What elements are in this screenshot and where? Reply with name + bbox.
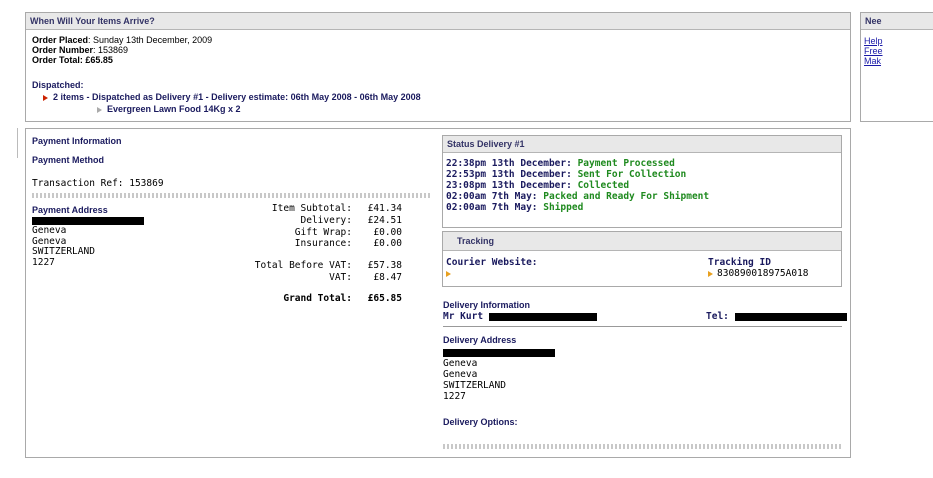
delivery-tel: Tel:: [706, 311, 847, 322]
total-value: £8.47: [373, 271, 402, 283]
total-row: VAT: £8.47: [226, 272, 402, 284]
tracking-id-value: 830890018975A018: [717, 268, 809, 279]
arrival-title: When Will Your Items Arrive?: [26, 13, 850, 30]
delivery-address-redacted: [443, 347, 555, 357]
delivery-options-label: Delivery Options:: [443, 417, 518, 427]
redaction-bar: [488, 312, 597, 321]
payment-title: Payment Information: [32, 136, 122, 146]
free-link[interactable]: Free: [864, 46, 883, 56]
payment-address-line: Geneva: [32, 225, 67, 236]
total-label: Delivery:: [300, 214, 352, 226]
total-label: Item Subtotal:: [271, 203, 352, 214]
redaction-bar: [443, 348, 555, 357]
item-text: Evergreen Lawn Food 14Kg x 2: [107, 104, 241, 114]
expand-arrow-icon[interactable]: [43, 94, 48, 101]
status-event: 22:38pm 13th December: Payment Processed: [446, 158, 675, 169]
total-value: £57.38: [367, 260, 402, 272]
payment-address-redacted: [32, 215, 144, 225]
dotted-divider: [443, 444, 843, 449]
order-total-label: Order Total: [32, 55, 80, 65]
delivery-info-label: Delivery Information: [443, 300, 531, 310]
help-links: Help Free Mak: [864, 36, 883, 66]
status-title: Status Delivery #1: [443, 136, 841, 153]
order-details-panel: Payment Information Payment Method Trans…: [25, 128, 851, 458]
total-label: Gift Wrap:: [294, 226, 352, 238]
total-row: Insurance: £0.00: [226, 238, 402, 250]
total-label: VAT:: [329, 271, 352, 283]
courier-link[interactable]: [446, 268, 455, 278]
help-panel: Nee Help Free Mak: [860, 12, 933, 122]
total-label: Total Before VAT:: [254, 260, 352, 272]
status-event: 22:53pm 13th December: Sent For Collecti…: [446, 169, 687, 180]
status-panel: Status Delivery #1 22:38pm 13th December…: [442, 135, 842, 228]
payment-address-line: SWITZERLAND: [32, 246, 95, 257]
dispatch-line: 2 items - Dispatched as Delivery #1 - De…: [43, 92, 421, 102]
delivery-name-prefix: Mr Kurt: [443, 311, 484, 322]
grand-total-label: Grand Total:: [283, 292, 352, 304]
help-link[interactable]: Help: [864, 36, 883, 46]
delivery-address-line: 1227: [443, 391, 466, 402]
total-row: Total Before VAT: £57.38: [226, 260, 402, 272]
total-value: £0.00: [373, 238, 402, 250]
tracking-panel: Tracking Courier Website: Tracking ID 83…: [442, 231, 842, 287]
order-placed-label: Order Placed: [32, 35, 89, 45]
dispatched-label: Dispatched:: [32, 80, 84, 90]
courier-label: Courier Website:: [446, 257, 538, 268]
dotted-divider: [32, 193, 431, 198]
total-label: Insurance:: [294, 238, 352, 250]
arrival-panel: When Will Your Items Arrive? Order Place…: [25, 12, 851, 122]
total-value: £41.34: [367, 203, 402, 214]
tracking-title: Tracking: [443, 232, 841, 251]
order-total-value: : £65.85: [79, 55, 113, 65]
order-number-value: : 153869: [93, 45, 129, 55]
delivery-address: Geneva Geneva SWITZERLAND 1227: [443, 358, 506, 402]
redaction-bar: [734, 312, 847, 321]
dispatch-text: 2 items - Dispatched as Delivery #1 - De…: [53, 92, 421, 102]
grand-total-value: £65.85: [367, 292, 402, 304]
order-number-label: Order Number: [32, 45, 94, 55]
make-link[interactable]: Mak: [864, 56, 881, 66]
transaction-ref: Transaction Ref: 153869: [32, 178, 164, 189]
tel-label: Tel:: [706, 311, 729, 322]
total-row: Item Subtotal: £41.34: [226, 203, 402, 215]
total-value: £0.00: [373, 226, 402, 238]
delivery-address-line: Geneva: [443, 358, 478, 369]
total-row: Gift Wrap: £0.00: [226, 227, 402, 239]
tracking-arrow-icon: [708, 270, 713, 277]
status-event: 02:00am 7th May: Shipped: [446, 202, 584, 213]
item-arrow-icon: [97, 106, 102, 113]
total-row: Delivery: £24.51: [226, 215, 402, 227]
total-value: £24.51: [367, 214, 402, 226]
order-summary: Order Placed: Sunday 13th December, 2009…: [32, 35, 212, 65]
help-title: Nee: [861, 13, 933, 30]
payment-address-line: 1227: [32, 256, 55, 268]
totals-block: Item Subtotal: £41.34 Delivery: £24.51 Gif…: [226, 203, 402, 305]
status-event: 23:08pm 13th December: Collected: [446, 180, 630, 191]
payment-method-label: Payment Method: [32, 155, 105, 165]
delivery-name: Mr Kurt: [443, 311, 597, 322]
grand-total-row: Grand Total: £65.85: [226, 293, 402, 305]
status-events: 22:38pm 13th December: Payment Processed…: [446, 158, 709, 213]
payment-address: Geneva Geneva SWITZERLAND 1227: [32, 225, 95, 268]
courier-arrow-icon: [446, 270, 451, 277]
status-event: 02:00am 7th May: Packed and Ready For Sh…: [446, 191, 710, 202]
delivery-address-label: Delivery Address: [443, 335, 517, 345]
tracking-id[interactable]: 830890018975A018: [708, 268, 809, 279]
order-placed-value: : Sunday 13th December, 2009: [88, 35, 213, 45]
redaction-bar: [32, 216, 144, 225]
side-divider: [17, 128, 18, 158]
payment-address-label: Payment Address: [32, 205, 108, 215]
dispatch-item: Evergreen Lawn Food 14Kg x 2: [97, 104, 241, 114]
delivery-address-line: SWITZERLAND: [443, 380, 506, 391]
tracking-id-label: Tracking ID: [708, 257, 771, 268]
delivery-address-line: Geneva: [443, 369, 478, 380]
delivery-divider: [443, 326, 842, 327]
